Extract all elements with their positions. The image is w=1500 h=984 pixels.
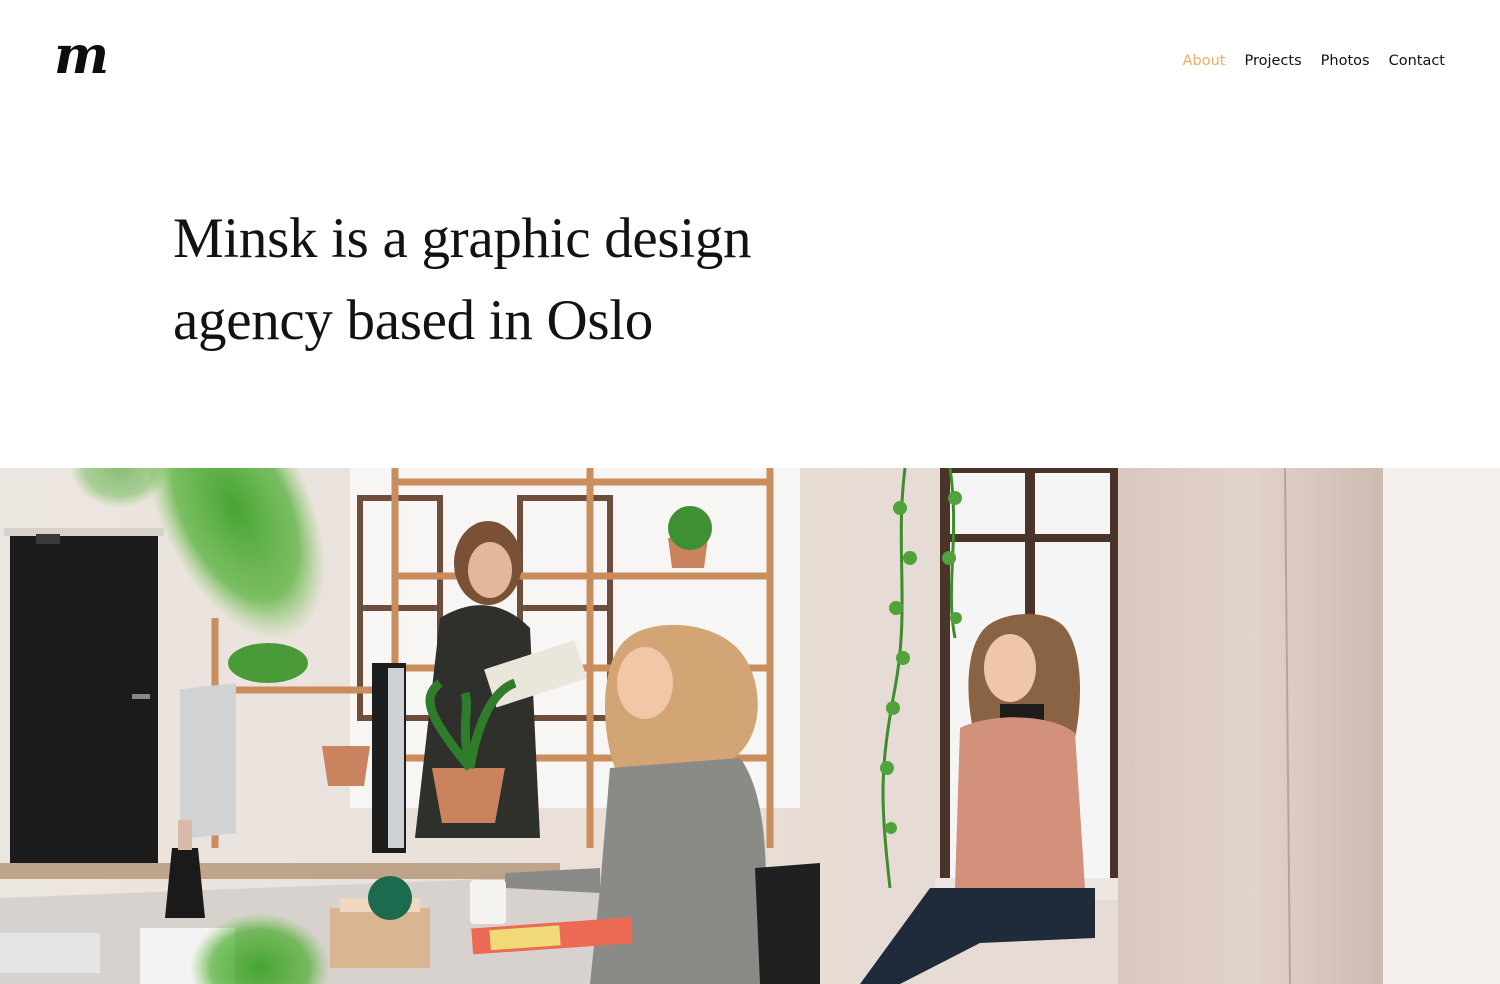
- hero-title-line-1: Minsk is a graphic design: [173, 207, 752, 270]
- main-nav: About Projects Photos Contact: [1183, 53, 1445, 69]
- office-chair: [755, 863, 820, 984]
- hero-title-line-2: agency based in Oslo: [173, 289, 653, 352]
- nav-contact[interactable]: Contact: [1389, 53, 1445, 69]
- minsk-logo[interactable]: m: [54, 30, 109, 82]
- nav-about[interactable]: About: [1183, 53, 1226, 69]
- office-photo: [0, 468, 1500, 984]
- nav-photos[interactable]: Photos: [1321, 53, 1370, 69]
- nav-projects[interactable]: Projects: [1244, 53, 1301, 69]
- hero-title: Minsk is a graphic design agency based i…: [173, 198, 813, 362]
- door: [4, 528, 164, 876]
